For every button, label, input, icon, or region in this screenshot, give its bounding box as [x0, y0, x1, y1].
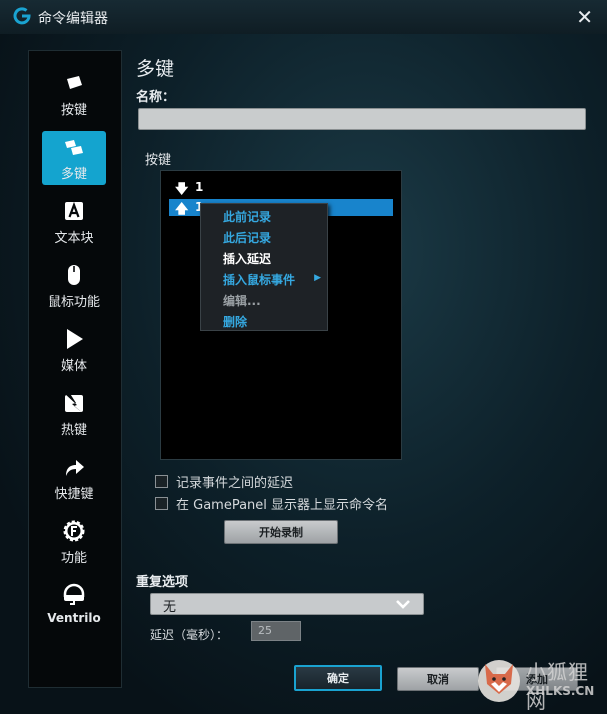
context-menu: 此前记录 此后记录 插入延迟 插入鼠标事件 ▶ 编辑... 删除: [200, 203, 328, 331]
name-input[interactable]: [138, 108, 586, 130]
submenu-arrow-icon: ▶: [314, 273, 321, 283]
menu-item-insert-delay[interactable]: 插入延迟: [223, 250, 271, 267]
multikey-icon: [65, 140, 83, 155]
delay-input[interactable]: 25: [251, 621, 301, 641]
ok-button[interactable]: 确定: [294, 665, 382, 691]
play-icon: [67, 329, 83, 349]
sidebar-item-shortcut[interactable]: 快捷键: [42, 451, 106, 505]
sidebar-item-label: 多键: [60, 167, 87, 182]
sidebar-item-label: 媒体: [60, 359, 87, 374]
sidebar-item-label: 文本块: [54, 231, 94, 246]
command-type-sidebar: 按键 多键 文本块 鼠标功能 媒体 热键 快捷键 功能 Ventrilo: [28, 50, 122, 688]
record-delay-checkbox[interactable]: [155, 474, 168, 488]
sidebar-item-function[interactable]: 功能: [42, 515, 106, 569]
shortcut-arrow-icon: [66, 460, 84, 476]
command-editor-window: 命令编辑器 ✕ 按键 多键 文本块 鼠标功能 媒体 热键 快捷键 功能 Vent…: [0, 0, 607, 714]
show-name-option: 在 GamePanel 显示器上显示命令名: [155, 495, 389, 513]
sidebar-item-text-block[interactable]: 文本块: [42, 195, 106, 249]
mouse-icon: [68, 265, 80, 285]
sidebar-item-label: Ventrilo: [47, 611, 101, 625]
sidebar-item-label: 按键: [60, 103, 87, 118]
text-block-icon: [65, 201, 83, 220]
sidebar-item-keystroke[interactable]: 按键: [42, 67, 106, 121]
record-delay-label: 记录事件之间的延迟: [176, 475, 294, 491]
sidebar-item-label: 快捷键: [54, 487, 94, 502]
add-button[interactable]: 添加: [496, 667, 578, 691]
record-delay-option: 记录事件之间的延迟: [155, 473, 294, 491]
sidebar-item-label: 鼠标功能: [47, 295, 100, 310]
sidebar-item-ventrilo[interactable]: Ventrilo: [42, 579, 106, 633]
repeat-select[interactable]: 无: [150, 593, 424, 615]
function-icon: [63, 520, 85, 542]
delay-label: 延迟（毫秒）：: [150, 628, 229, 642]
headset-icon: [63, 583, 85, 605]
menu-item-record-before[interactable]: 此前记录: [223, 208, 271, 225]
menu-item-delete[interactable]: 删除: [223, 313, 247, 330]
sidebar-item-label: 热键: [60, 423, 87, 438]
menu-item-edit[interactable]: 编辑...: [223, 292, 261, 309]
chevron-down-icon: [396, 600, 410, 609]
repeat-select-value: 无: [163, 600, 177, 615]
menu-item-insert-mouse-event[interactable]: 插入鼠标事件: [223, 271, 295, 288]
start-recording-button[interactable]: 开始录制: [224, 520, 338, 544]
close-icon[interactable]: ✕: [576, 5, 593, 29]
sidebar-item-hotkey[interactable]: 热键: [42, 387, 106, 441]
list-item[interactable]: 🡇 1: [169, 179, 393, 197]
key-label: 1: [195, 180, 204, 194]
show-name-checkbox[interactable]: [155, 496, 168, 510]
menu-item-record-after[interactable]: 此后记录: [223, 229, 271, 246]
page-title: 多键: [136, 58, 175, 80]
name-label: 名称：: [136, 90, 176, 105]
sidebar-item-label: 功能: [60, 551, 87, 566]
title-bar: 命令编辑器 ✕: [0, 0, 607, 34]
window-title: 命令编辑器: [38, 11, 108, 27]
hotkey-icon: [64, 392, 84, 414]
cancel-button[interactable]: 取消: [397, 667, 479, 691]
key-up-arrow-icon: 🡅: [175, 202, 189, 217]
repeat-options-label: 重复选项: [136, 575, 189, 590]
sidebar-item-multikey[interactable]: 多键: [42, 131, 106, 185]
show-name-label: 在 GamePanel 显示器上显示命令名: [176, 497, 389, 513]
sidebar-item-mouse-function[interactable]: 鼠标功能: [42, 259, 106, 313]
key-icon: [67, 76, 82, 89]
sidebar-item-media[interactable]: 媒体: [42, 323, 106, 377]
keys-label: 按键: [145, 153, 172, 168]
logitech-g-logo-icon: [13, 7, 31, 25]
